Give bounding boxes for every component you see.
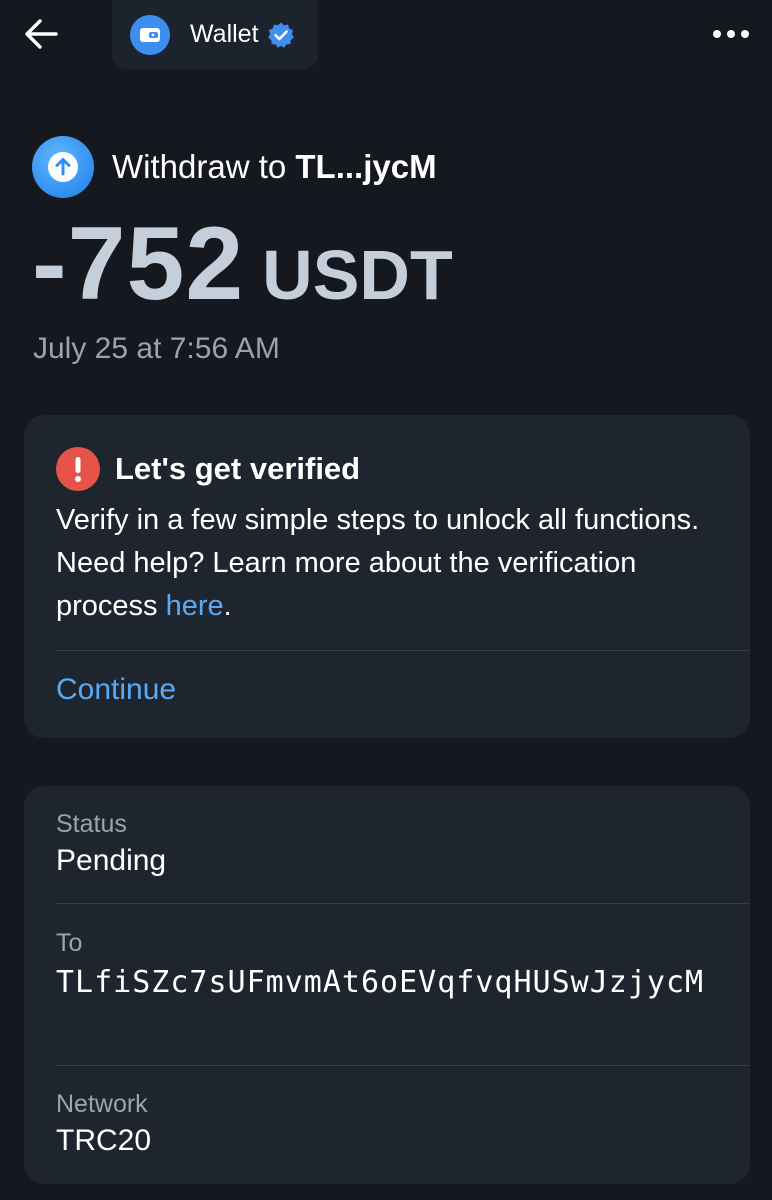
transaction-title-address: TL...jycM: [295, 148, 437, 185]
alert-icon: [56, 447, 100, 491]
more-horizontal-icon: [713, 30, 749, 38]
back-button[interactable]: [22, 14, 62, 54]
arrow-left-icon: [25, 19, 58, 49]
transaction-title-row: Withdraw to TL...jycM: [32, 135, 437, 199]
verification-title: Let's get verified: [115, 451, 361, 486]
verification-card: Let's get verified Verify in a few simpl…: [24, 415, 750, 738]
divider: [56, 650, 750, 651]
more-button[interactable]: [706, 18, 756, 50]
to-label: To: [56, 929, 83, 957]
continue-button[interactable]: Continue: [56, 673, 176, 707]
app-name: Wallet: [190, 20, 259, 48]
verification-body-trailing: .: [223, 590, 232, 622]
divider: [56, 1065, 750, 1066]
transaction-amount: -752: [32, 206, 245, 322]
transaction-detail-screen: Wallet Withdraw to TL...jycM -752 USDT J…: [0, 0, 772, 1200]
transaction-title: Withdraw to TL...jycM: [112, 148, 437, 186]
status-label: Status: [56, 810, 127, 838]
verification-body-text: Verify in a few simple steps to unlock a…: [56, 504, 700, 622]
learn-more-link[interactable]: here: [166, 590, 224, 622]
transaction-details-card: Status Pending To TLfiSZc7sUFmvmAt6oEVqf…: [24, 786, 750, 1184]
network-label: Network: [56, 1090, 148, 1118]
to-address-value[interactable]: TLfiSZc7sUFmvmAt6oEVqfvqHUSwJzjycM: [56, 961, 716, 1004]
transaction-date: July 25 at 7:56 AM: [33, 332, 280, 365]
verification-description: Verify in a few simple steps to unlock a…: [56, 499, 716, 628]
verification-header: Let's get verified: [56, 447, 360, 491]
divider: [56, 903, 750, 904]
arrow-up-icon: [32, 136, 94, 198]
amount-row: -752 USDT: [32, 205, 453, 325]
transaction-currency: USDT: [262, 236, 453, 314]
app-chip[interactable]: Wallet: [112, 0, 318, 69]
wallet-logo-icon: [130, 14, 170, 55]
transaction-title-prefix: Withdraw to: [112, 148, 296, 185]
verified-badge-icon: [267, 22, 294, 48]
status-value: Pending: [56, 844, 167, 877]
network-value: TRC20: [56, 1124, 152, 1157]
